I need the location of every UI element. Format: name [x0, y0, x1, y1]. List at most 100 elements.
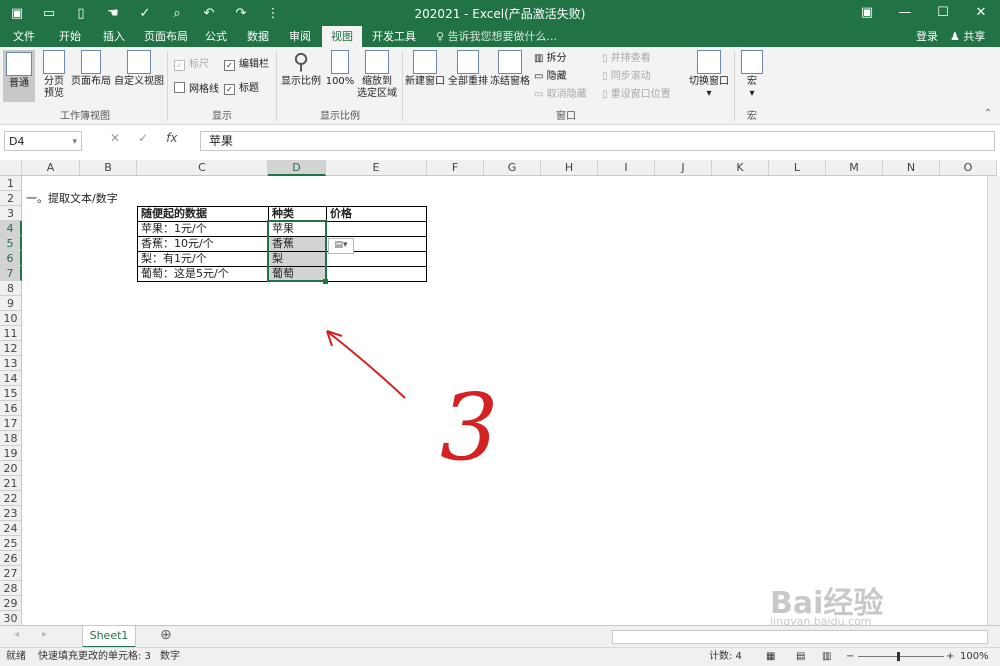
col-header-g[interactable]: G: [484, 160, 541, 176]
page-break-view-icon[interactable]: ▥: [822, 648, 831, 666]
row-header-1[interactable]: 1: [0, 176, 22, 191]
gridlines-checkbox[interactable]: 网格线: [174, 82, 219, 97]
close-icon[interactable]: ✕: [962, 0, 1000, 26]
row-header-12[interactable]: 12: [0, 341, 22, 356]
minimize-icon[interactable]: —: [886, 0, 924, 26]
new-window-button[interactable]: 新建窗口: [404, 50, 446, 88]
cell-a2[interactable]: 一。提取文本/数字: [24, 191, 118, 206]
select-all-corner[interactable]: [0, 160, 22, 176]
row-header-26[interactable]: 26: [0, 551, 22, 566]
row-header-9[interactable]: 9: [0, 296, 22, 311]
col-header-e[interactable]: E: [326, 160, 427, 176]
arrange-all-button[interactable]: 全部重排: [448, 50, 488, 88]
add-sheet-icon[interactable]: ⊕: [160, 627, 172, 643]
cancel-icon[interactable]: ✕: [110, 131, 120, 151]
col-header-k[interactable]: K: [712, 160, 769, 176]
tell-me-search[interactable]: ♀ 告诉我您想要做什么...: [436, 26, 557, 47]
row-header-23[interactable]: 23: [0, 506, 22, 521]
col-header-b[interactable]: B: [80, 160, 137, 176]
tab-insert[interactable]: 插入: [96, 26, 132, 47]
zoom-100-button[interactable]: 100%: [325, 50, 355, 88]
page-layout-view-button[interactable]: 页面布局: [70, 50, 112, 88]
zoom-slider-thumb[interactable]: [897, 652, 900, 661]
row-header-16[interactable]: 16: [0, 401, 22, 416]
zoom-selection-button[interactable]: 缩放到 选定区域: [356, 50, 398, 100]
row-header-15[interactable]: 15: [0, 386, 22, 401]
row-header-21[interactable]: 21: [0, 476, 22, 491]
row-header-2[interactable]: 2: [0, 191, 22, 206]
cell-d4[interactable]: 苹果: [270, 221, 294, 236]
tab-home[interactable]: 开始: [52, 26, 88, 47]
formula-input[interactable]: 苹果: [200, 131, 995, 151]
sheet-tab-sheet1[interactable]: Sheet1: [82, 626, 136, 648]
zoom-slider[interactable]: [858, 656, 944, 657]
row-header-14[interactable]: 14: [0, 371, 22, 386]
row-header-30[interactable]: 30: [0, 611, 22, 626]
ruler-checkbox[interactable]: ✓ 标尺: [174, 58, 209, 72]
cell-c7[interactable]: 葡萄：这是5元/个: [139, 266, 229, 281]
zoom-out-icon[interactable]: −: [846, 648, 854, 666]
custom-view-button[interactable]: 自定义视图: [114, 50, 164, 88]
cell-c3[interactable]: 随便起的数据: [139, 206, 207, 221]
split-button[interactable]: ▥ 拆分: [534, 52, 567, 66]
enter-icon[interactable]: ✓: [138, 131, 148, 151]
tab-page-layout[interactable]: 页面布局: [138, 26, 194, 47]
cell-d6[interactable]: 梨: [270, 251, 283, 266]
name-box[interactable]: D4 ▾: [4, 131, 82, 151]
row-header-13[interactable]: 13: [0, 356, 22, 371]
tab-formulas[interactable]: 公式: [198, 26, 234, 47]
row-header-7[interactable]: 7: [0, 266, 22, 281]
row-header-29[interactable]: 29: [0, 596, 22, 611]
row-header-28[interactable]: 28: [0, 581, 22, 596]
flash-fill-options-button[interactable]: ▤▾: [328, 238, 354, 254]
side-by-side-button[interactable]: ▯ 并排查看: [602, 52, 651, 66]
collapse-ribbon-icon[interactable]: ⌃: [984, 107, 992, 121]
normal-view-button[interactable]: 普通: [3, 50, 35, 102]
col-header-h[interactable]: H: [541, 160, 598, 176]
row-header-4[interactable]: 4: [0, 221, 22, 236]
switch-windows-button[interactable]: 切换窗口 ▾: [688, 50, 730, 100]
col-header-l[interactable]: L: [769, 160, 826, 176]
dropdown-arrow-icon[interactable]: ▾: [72, 132, 77, 152]
ribbon-display-icon[interactable]: ▣: [848, 0, 886, 26]
cell-d3[interactable]: 种类: [270, 206, 294, 221]
col-header-f[interactable]: F: [427, 160, 484, 176]
col-header-d[interactable]: D: [268, 160, 326, 176]
scroll-right-icon[interactable]: ▸: [42, 629, 47, 640]
row-header-5[interactable]: 5: [0, 236, 22, 251]
page-break-preview-button[interactable]: 分页 预览: [40, 50, 68, 100]
page-layout-view-icon[interactable]: ▤: [796, 648, 805, 666]
normal-view-icon[interactable]: ▦: [766, 648, 775, 666]
col-header-i[interactable]: I: [598, 160, 655, 176]
cell-e3[interactable]: 价格: [328, 206, 352, 221]
tab-review[interactable]: 审阅: [282, 26, 318, 47]
cell-d5[interactable]: 香蕉: [270, 236, 294, 251]
macros-button[interactable]: 宏 ▾: [738, 50, 766, 100]
row-header-17[interactable]: 17: [0, 416, 22, 431]
col-header-o[interactable]: O: [940, 160, 997, 176]
col-header-m[interactable]: M: [826, 160, 883, 176]
col-header-a[interactable]: A: [22, 160, 80, 176]
cell-c6[interactable]: 梨：有1元/个: [139, 251, 207, 266]
formula-bar-checkbox[interactable]: ✓ 编辑栏: [224, 58, 269, 72]
hide-button[interactable]: ▭ 隐藏: [534, 70, 567, 84]
reset-window-position-button[interactable]: ▯ 重设窗口位置: [602, 88, 671, 102]
sign-in-link[interactable]: 登录: [916, 26, 938, 47]
row-header-3[interactable]: 3: [0, 206, 22, 221]
row-header-8[interactable]: 8: [0, 281, 22, 296]
tab-file[interactable]: 文件: [8, 26, 40, 47]
maximize-icon[interactable]: ☐: [924, 0, 962, 26]
cell-d7[interactable]: 葡萄: [270, 266, 294, 281]
worksheet-grid[interactable]: A B C D E F G H I J K L M N O 1234567891…: [0, 160, 1000, 628]
horizontal-scrollbar[interactable]: [612, 630, 988, 644]
row-header-22[interactable]: 22: [0, 491, 22, 506]
zoom-in-icon[interactable]: +: [946, 648, 954, 666]
vertical-scrollbar[interactable]: [987, 176, 1000, 625]
row-header-10[interactable]: 10: [0, 311, 22, 326]
col-header-n[interactable]: N: [883, 160, 940, 176]
row-header-18[interactable]: 18: [0, 431, 22, 446]
insert-function-icon[interactable]: fx: [166, 131, 177, 151]
scroll-left-icon[interactable]: ◂: [14, 629, 19, 640]
cell-c4[interactable]: 苹果：1元/个: [139, 221, 207, 236]
cell-c5[interactable]: 香蕉：10元/个: [139, 236, 214, 251]
